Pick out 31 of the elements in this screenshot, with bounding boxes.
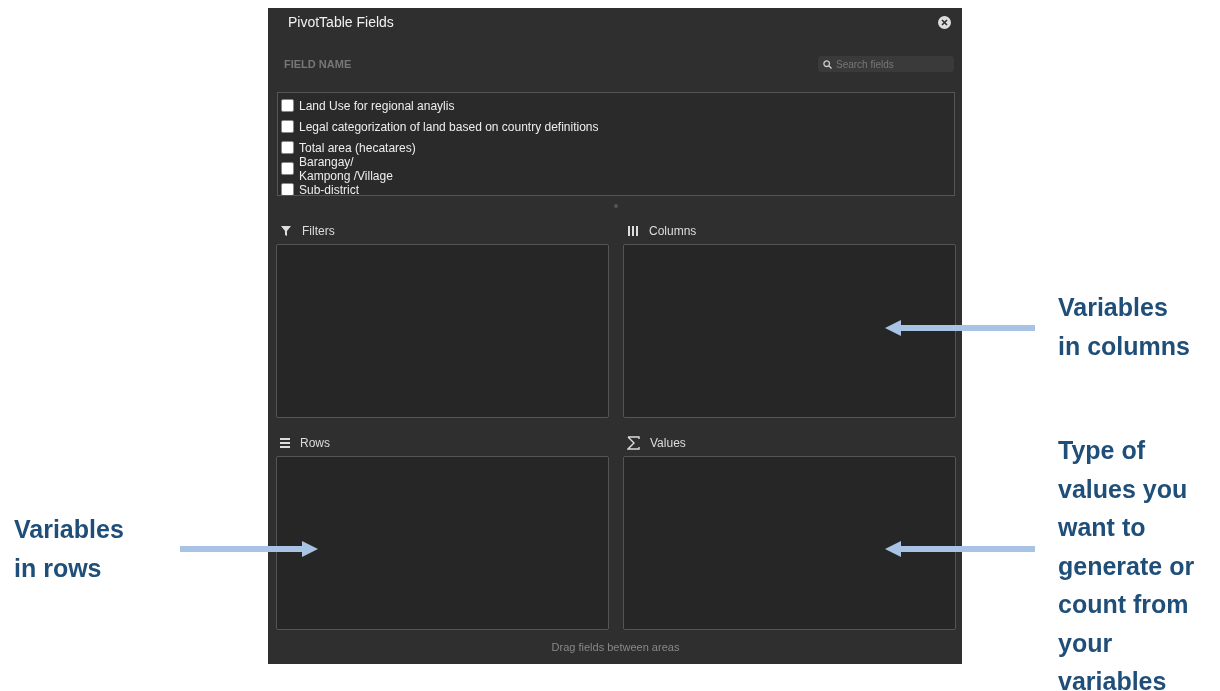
annotation-text: Variables in columns	[1058, 292, 1190, 362]
area-label: Rows	[300, 436, 330, 450]
annotation-text: Type of values you want to generate or count from your variables	[1058, 435, 1195, 691]
area-label: Columns	[649, 224, 697, 238]
close-icon[interactable]	[938, 15, 951, 29]
filter-icon	[280, 225, 292, 237]
panel-title: PivotTable Fields	[288, 14, 394, 30]
field-label: Land Use for regional anaylis	[299, 98, 455, 113]
rows-icon	[280, 437, 290, 449]
checkbox[interactable]	[281, 120, 294, 133]
hint-text: Drag fields between areas	[550, 640, 681, 655]
search-field[interactable]: Search fields	[818, 56, 954, 72]
annotation-text: Variables in rows	[14, 514, 124, 584]
drop-area[interactable]	[623, 456, 956, 630]
checkbox[interactable]	[281, 162, 294, 175]
drop-area[interactable]	[623, 244, 956, 418]
area-label: Values	[650, 436, 686, 450]
field-label: Legal categorization of land based on country definitions	[299, 119, 599, 134]
columns-icon	[627, 226, 639, 236]
checkbox[interactable]	[281, 99, 294, 112]
field-label: Barangay/ Kampong /Village	[299, 154, 393, 183]
checkbox[interactable]	[281, 183, 294, 195]
field-label: Sub-district	[299, 182, 360, 195]
resize-handle[interactable]	[613, 204, 618, 208]
sigma-icon	[627, 436, 640, 450]
field-name-header: FIELD NAME	[283, 58, 352, 70]
drop-area[interactable]	[276, 456, 609, 630]
area-label: Filters	[302, 224, 335, 238]
checkbox[interactable]	[281, 141, 294, 154]
search-icon	[823, 60, 832, 69]
field-label: Total area (hecatares)	[299, 140, 416, 155]
